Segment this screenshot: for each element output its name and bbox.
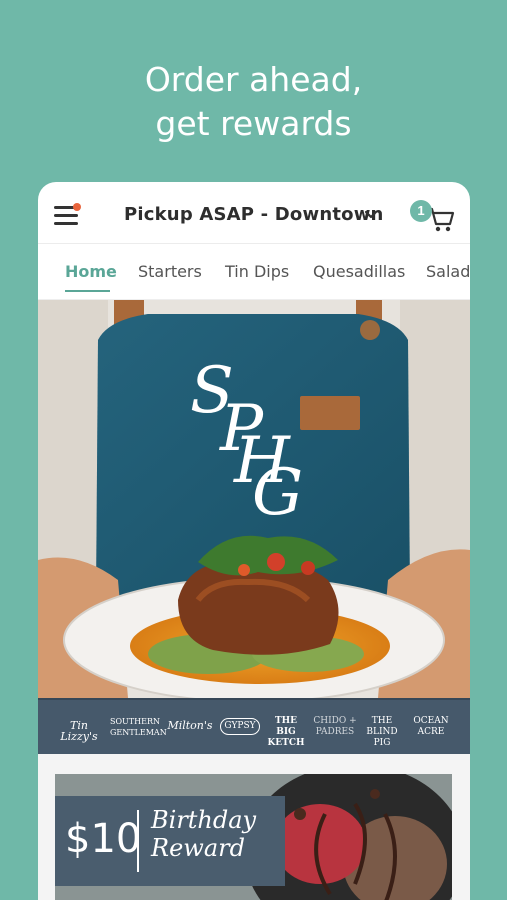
brand-logo: GYPSY (220, 718, 260, 735)
tab-home[interactable]: Home (65, 262, 117, 281)
cart-count-badge: 1 (410, 200, 432, 222)
tab-tin-dips[interactable]: Tin Dips (225, 262, 289, 281)
rewards-section: $10 Birthday Reward (38, 754, 470, 900)
location-selector[interactable]: Pickup ASAP - Downtown (124, 204, 384, 225)
brand-logo: CHIDO + PADRES (313, 716, 357, 737)
brand-logos-strip: Tin Lizzy's SOUTHERN GENTLEMAN Milton's … (38, 698, 470, 754)
brand-logo: Tin Lizzy's (60, 719, 98, 743)
hero-image: S P H G (38, 300, 470, 698)
brand-logo: THE BIG KETCH (267, 716, 305, 748)
chevron-down-icon[interactable] (364, 208, 378, 222)
tab-starters[interactable]: Starters (138, 262, 202, 281)
reward-divider (137, 810, 139, 872)
headline-line-1: Order ahead, (144, 60, 363, 99)
reward-banner: $10 Birthday Reward (55, 796, 285, 886)
top-bar: Pickup ASAP - Downtown 1 (38, 182, 470, 244)
brand-logo: THE BLIND PIG (366, 716, 398, 748)
tab-quesadillas[interactable]: Quesadillas (313, 262, 405, 281)
brand-logo: OCEAN ACRE (413, 716, 449, 737)
cart-button[interactable]: 1 (410, 200, 456, 234)
app-screen: Pickup ASAP - Downtown 1 Home Starters T… (38, 182, 470, 900)
headline-line-2: get rewards (155, 104, 352, 143)
reward-title: Birthday Reward (151, 806, 257, 862)
active-tab-indicator (65, 290, 110, 292)
birthday-reward-card[interactable]: $10 Birthday Reward (55, 774, 452, 900)
headline: Order ahead, get rewards (0, 58, 507, 146)
brand-logo: Milton's (167, 719, 213, 732)
notification-dot (73, 203, 81, 211)
reward-amount: $10 (65, 816, 142, 862)
brand-logo: SOUTHERN GENTLEMAN (110, 717, 167, 737)
category-tabs: Home Starters Tin Dips Quesadillas Salad… (38, 244, 470, 300)
monogram-letter-g: G (252, 456, 303, 530)
tab-salads[interactable]: Salads (426, 262, 470, 281)
hero-illustration: S P H G (38, 300, 470, 698)
